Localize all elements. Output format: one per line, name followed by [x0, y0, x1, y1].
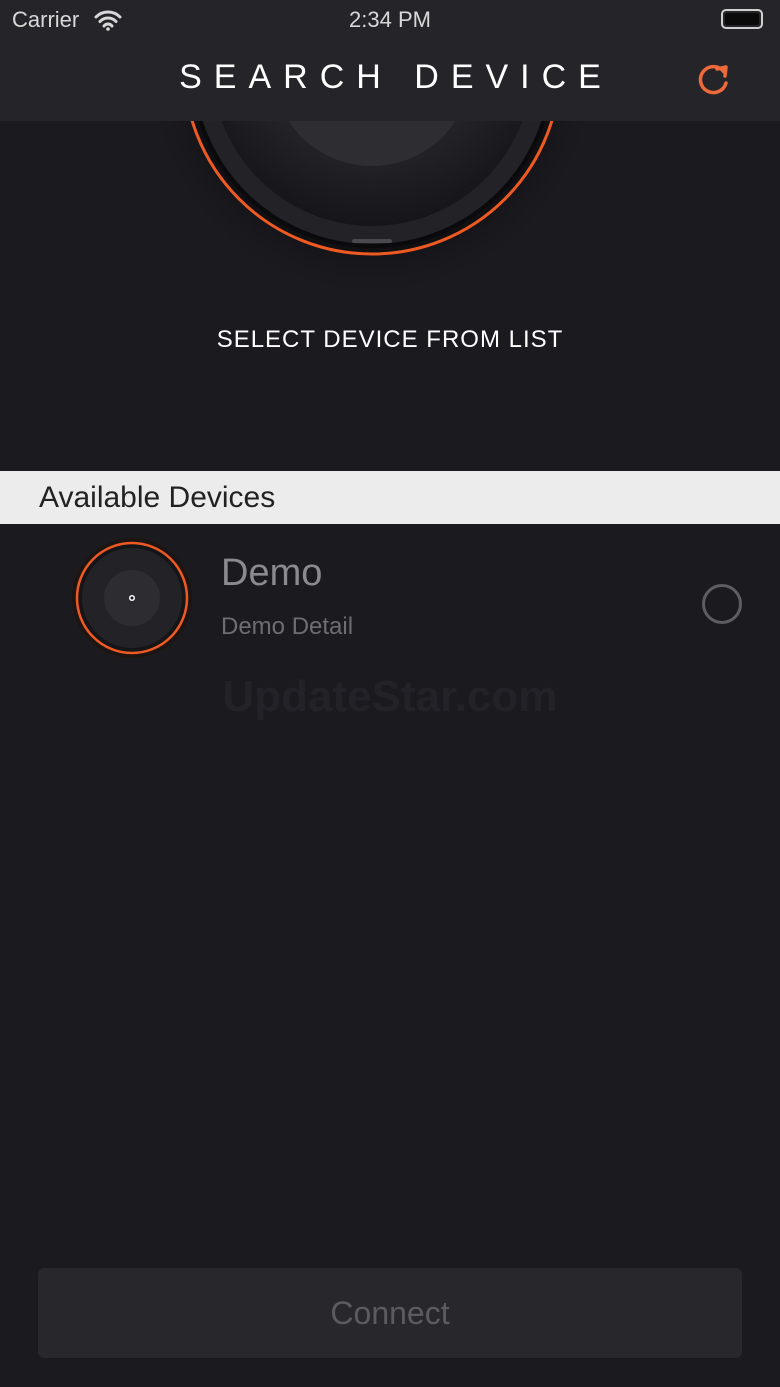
- connect-button[interactable]: Connect: [38, 1268, 742, 1358]
- device-list-item[interactable]: Demo Demo Detail: [0, 524, 780, 674]
- nav-bar: SEARCH DEVICE: [0, 40, 780, 121]
- device-hero: SELECT DEVICE FROM LIST: [0, 121, 780, 471]
- watermark: UpdateStar.com: [222, 672, 558, 721]
- available-devices-header: Available Devices: [0, 471, 780, 524]
- status-time: 2:34 PM: [349, 7, 431, 32]
- battery-icon: [721, 9, 763, 29]
- device-select-radio[interactable]: [702, 584, 742, 624]
- select-device-instruction: SELECT DEVICE FROM LIST: [216, 326, 564, 353]
- device-name: Demo: [221, 552, 323, 594]
- status-bar: Carrier 2:34 PM: [0, 0, 780, 40]
- page-title: SEARCH DEVICE: [179, 58, 613, 96]
- section-title: Available Devices: [39, 481, 276, 514]
- speaker-illustration: [147, 121, 597, 301]
- speaker-thumbnail-icon: [72, 538, 192, 658]
- device-detail: Demo Detail: [221, 613, 354, 640]
- refresh-icon[interactable]: [693, 59, 733, 99]
